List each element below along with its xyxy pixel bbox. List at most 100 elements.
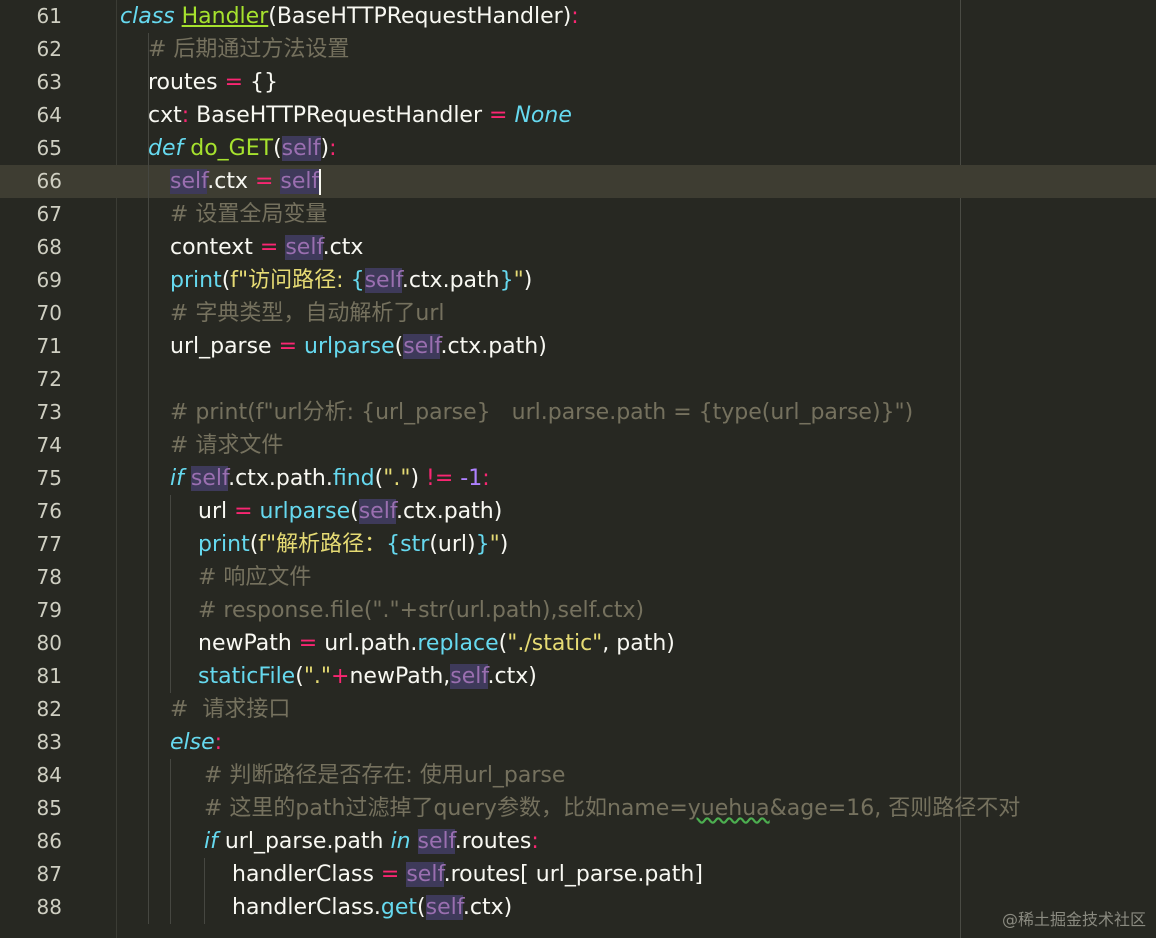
code-text: # 这里的path过滤掉了query参数，比如name=yuehua&age=1… bbox=[204, 792, 1020, 825]
code-token: print bbox=[198, 532, 250, 557]
indent-guide bbox=[148, 726, 149, 759]
code-token: url bbox=[198, 499, 228, 524]
code-token: # 请求文件 bbox=[170, 433, 284, 458]
text-cursor bbox=[319, 169, 322, 195]
indent-guide bbox=[204, 891, 205, 924]
code-line[interactable]: 79 # response.file("."+str(url.path),self… bbox=[0, 594, 1156, 627]
indent-guide bbox=[170, 825, 171, 858]
code-line[interactable]: 84 # 判断路径是否存在: 使用url_parse bbox=[0, 759, 1156, 792]
code-token: urlparse bbox=[304, 334, 395, 359]
code-line[interactable]: 73 # print(f"url分析: {url_parse} url.parse… bbox=[0, 396, 1156, 429]
code-line[interactable]: 86 if url_parse.path in self.routes: bbox=[0, 825, 1156, 858]
code-token: handlerClass bbox=[232, 862, 374, 887]
code-token: = bbox=[217, 70, 251, 95]
code-token: # 后期通过方法设置 bbox=[148, 37, 350, 62]
line-number: 76 bbox=[36, 499, 62, 523]
indent-guide bbox=[170, 660, 171, 693]
code-text: # 请求文件 bbox=[170, 429, 283, 462]
code-token: + bbox=[331, 664, 350, 689]
code-token: BaseHTTPRequestHandler bbox=[196, 103, 483, 128]
code-line[interactable]: 87 handlerClass = self.routes[ url_parse.… bbox=[0, 858, 1156, 891]
code-token: " bbox=[513, 268, 524, 293]
line-number: 87 bbox=[36, 862, 62, 886]
line-number: 63 bbox=[36, 70, 62, 94]
code-token: # 设置全局变量 bbox=[170, 202, 328, 227]
code-token: ) bbox=[320, 136, 330, 161]
code-token: url_parse.path bbox=[217, 829, 391, 854]
code-line[interactable]: 62 # 后期通过方法设置 bbox=[0, 33, 1156, 66]
code-line[interactable]: 88 handlerClass.get(self.ctx) bbox=[0, 891, 1156, 924]
code-line[interactable]: 82 # 请求接口 bbox=[0, 693, 1156, 726]
code-token: .ctx.path) bbox=[440, 334, 547, 359]
code-line[interactable]: 63 routes = {} bbox=[0, 66, 1156, 99]
code-token: } bbox=[475, 532, 490, 557]
code-line[interactable]: 67 # 设置全局变量 bbox=[0, 198, 1156, 231]
indent-guide bbox=[148, 561, 149, 594]
code-token: = bbox=[227, 499, 260, 524]
line-number: 86 bbox=[36, 829, 62, 853]
code-line[interactable]: 68 context = self.ctx bbox=[0, 231, 1156, 264]
code-text: url = urlparse(self.ctx.path) bbox=[198, 495, 502, 528]
line-number: 82 bbox=[36, 697, 62, 721]
line-number: 71 bbox=[36, 334, 62, 358]
code-line[interactable]: 72 bbox=[0, 363, 1156, 396]
code-token: routes bbox=[148, 70, 218, 95]
indent-guide bbox=[148, 462, 149, 495]
code-line[interactable]: 71 url_parse = urlparse(self.ctx.path) bbox=[0, 330, 1156, 363]
code-text: # 字典类型，自动解析了url bbox=[170, 297, 445, 330]
code-token: : bbox=[214, 730, 223, 755]
indent-guide bbox=[148, 363, 149, 396]
code-token: self bbox=[280, 169, 320, 194]
code-token: "." bbox=[383, 466, 411, 491]
code-token: self bbox=[281, 136, 321, 161]
code-line[interactable]: 77 print(f"解析路径：{str(url)}") bbox=[0, 528, 1156, 561]
code-token: if bbox=[170, 466, 184, 491]
line-number: 66 bbox=[36, 169, 62, 193]
code-line[interactable]: 78 # 响应文件 bbox=[0, 561, 1156, 594]
code-token: ( bbox=[498, 631, 508, 656]
code-token: = bbox=[373, 862, 407, 887]
code-line[interactable]: 64 cxt: BaseHTTPRequestHandler = None bbox=[0, 99, 1156, 132]
code-line[interactable]: 74 # 请求文件 bbox=[0, 429, 1156, 462]
code-token: ( bbox=[350, 499, 359, 524]
indent-guide bbox=[170, 627, 171, 660]
code-token: if bbox=[204, 829, 218, 854]
code-line[interactable]: 76 url = urlparse(self.ctx.path) bbox=[0, 495, 1156, 528]
code-token: handlerClass. bbox=[232, 895, 381, 920]
indent-guide bbox=[170, 891, 171, 924]
code-text: # 判断路径是否存在: 使用url_parse bbox=[204, 759, 565, 792]
code-line[interactable]: 81 staticFile("."+newPath,self.ctx) bbox=[0, 660, 1156, 693]
code-token: = bbox=[482, 103, 515, 128]
code-line[interactable]: 69 print(f"访问路径: {self.ctx.path}") bbox=[0, 264, 1156, 297]
code-token: self bbox=[417, 829, 455, 854]
code-token: url.path. bbox=[324, 631, 418, 656]
indent-guide bbox=[148, 891, 149, 924]
code-token: self bbox=[364, 268, 402, 293]
line-number: 61 bbox=[36, 4, 62, 28]
code-line[interactable]: 70 # 字典类型，自动解析了url bbox=[0, 297, 1156, 330]
code-token: ( bbox=[374, 466, 384, 491]
code-text: routes = {} bbox=[148, 66, 278, 99]
code-token: .ctx.path bbox=[401, 268, 500, 293]
code-text: print(f"解析路径：{str(url)}") bbox=[198, 528, 508, 561]
code-text: # 响应文件 bbox=[198, 561, 311, 594]
code-line[interactable]: 66 self.ctx = self bbox=[0, 165, 1156, 198]
code-line[interactable]: 85 # 这里的path过滤掉了query参数，比如name=yuehua&age… bbox=[0, 792, 1156, 825]
code-line[interactable]: 83 else: bbox=[0, 726, 1156, 759]
code-token: self bbox=[406, 862, 444, 887]
indent-guide bbox=[148, 792, 149, 825]
code-token: newPath, bbox=[349, 664, 451, 689]
code-text: url_parse = urlparse(self.ctx.path) bbox=[170, 330, 547, 363]
code-editor[interactable]: 61 class Handler(BaseHTTPRequestHandler):… bbox=[0, 0, 1156, 938]
code-token: cxt bbox=[148, 103, 182, 128]
code-token: do_GET bbox=[190, 136, 274, 161]
code-token: ( bbox=[417, 895, 426, 920]
code-line[interactable]: 61 class Handler(BaseHTTPRequestHandler): bbox=[0, 0, 1156, 33]
code-line[interactable]: 75 if self.ctx.path.find(".") != -1: bbox=[0, 462, 1156, 495]
code-line[interactable]: 80 newPath = url.path.replace("./static",… bbox=[0, 627, 1156, 660]
indent-guide bbox=[148, 495, 149, 528]
code-token: def bbox=[148, 136, 184, 161]
code-token: : bbox=[571, 4, 579, 29]
indent-guide bbox=[170, 561, 171, 594]
code-line[interactable]: 65 def do_GET(self): bbox=[0, 132, 1156, 165]
